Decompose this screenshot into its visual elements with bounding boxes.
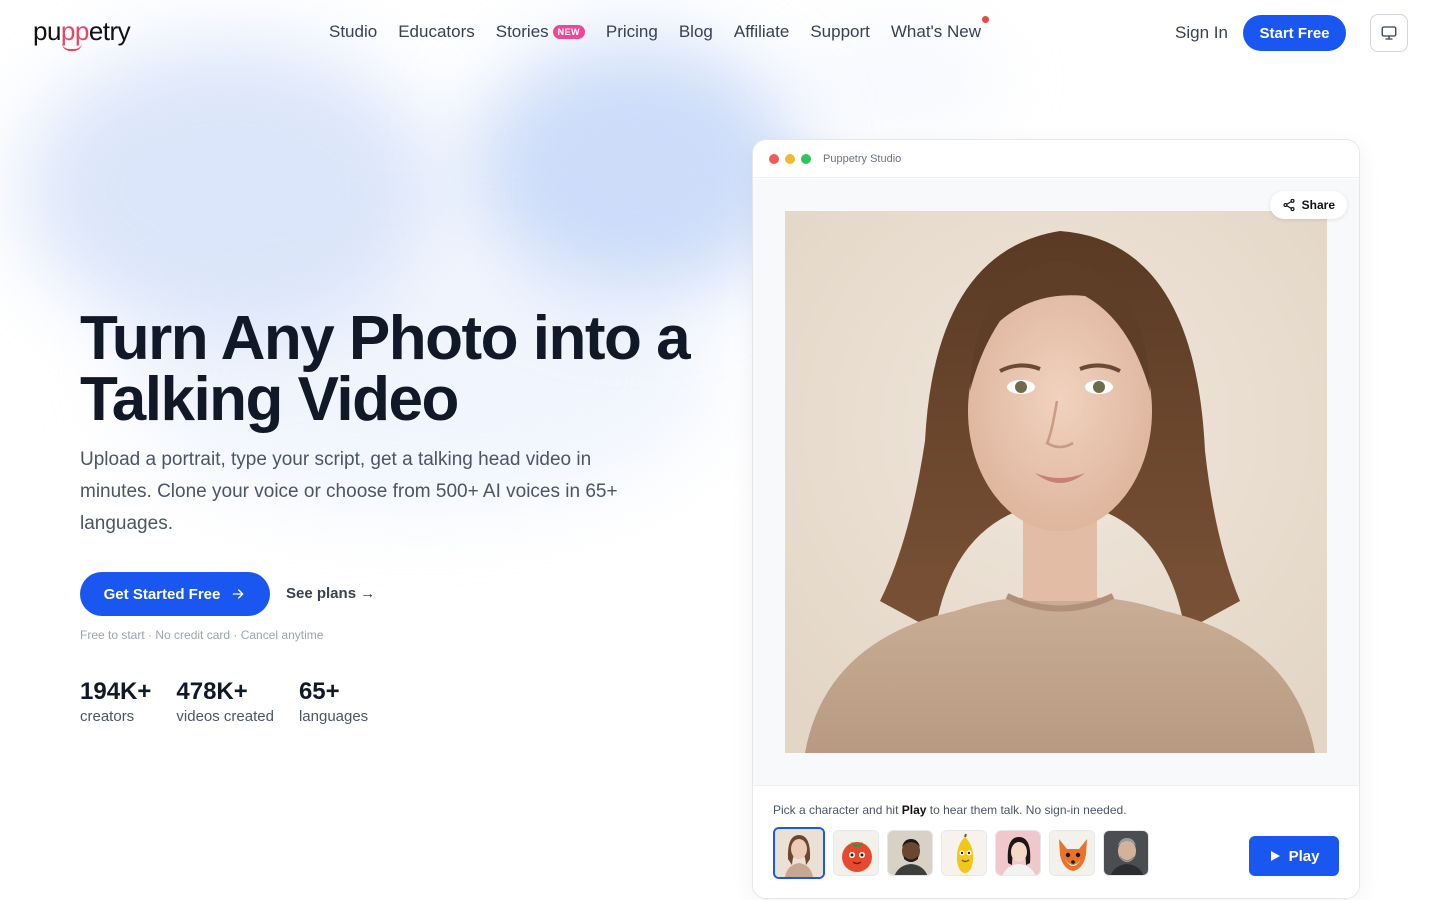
top-nav: puppetry Studio Educators Stories NEW Pr…: [0, 0, 1440, 66]
logo[interactable]: puppetry: [33, 16, 131, 51]
character-thumb-banana[interactable]: [941, 830, 987, 876]
studio-titlebar: Puppetry Studio: [753, 140, 1359, 178]
character-picker: [773, 827, 1149, 879]
studio-window: Puppetry Studio Share Pick a character a…: [752, 139, 1360, 899]
nav-link-educators[interactable]: Educators: [398, 22, 475, 42]
play-icon: [1270, 851, 1280, 861]
hero-title-line1: Turn Any Photo into a: [80, 304, 691, 373]
character-thumb-fox[interactable]: [1049, 830, 1095, 876]
nav-link-whats-new-label: What's New: [890, 22, 982, 41]
character-thumb-older-man[interactable]: [1103, 830, 1149, 876]
stat-videos: 478K+ videos created: [176, 678, 274, 725]
share-icon: [1283, 198, 1295, 212]
nav-link-studio[interactable]: Studio: [329, 22, 377, 42]
character-thumb-woman[interactable]: [773, 827, 825, 879]
stat-languages: 65+ languages: [299, 678, 368, 725]
minimize-dot: [785, 153, 795, 164]
logo-smile: [62, 43, 82, 51]
stat-creators: 194K+ creators: [80, 678, 151, 725]
arrow-right-icon: [233, 589, 244, 599]
notification-dot: [982, 16, 990, 23]
nav-link-whats-new[interactable]: What's New: [890, 16, 990, 42]
stat-value: 478K+: [176, 678, 248, 705]
stat-value: 194K+: [80, 678, 152, 705]
character-thumb-woman-asian[interactable]: [995, 830, 1041, 876]
sign-in-link[interactable]: Sign In: [1175, 23, 1228, 43]
play-label: Play: [1288, 847, 1320, 865]
monitor-icon: [1381, 26, 1397, 40]
start-free-button[interactable]: Start Free: [1243, 15, 1346, 51]
close-dot: [769, 153, 779, 164]
nav-link-stories[interactable]: Stories NEW: [496, 22, 585, 42]
stat-label: languages: [298, 708, 369, 725]
nav-link-blog[interactable]: Blog: [679, 22, 713, 42]
maximize-dot: [801, 153, 811, 164]
studio-hint: Pick a character and hit Play to hear th…: [773, 803, 1127, 817]
stat-value: 65+: [298, 678, 340, 705]
hero-subtitle: Upload a portrait, type your script, get…: [80, 449, 618, 534]
character-thumb-man[interactable]: [887, 830, 933, 876]
stats: 194K+ creators 478K+ videos created 65+ …: [80, 678, 368, 725]
get-started-button[interactable]: Get Started Free: [80, 572, 270, 616]
nav-link-support[interactable]: Support: [810, 22, 870, 42]
nav-link-affiliate[interactable]: Affiliate: [734, 22, 789, 42]
hero-title-line2: Talking Video: [80, 365, 459, 434]
share-button[interactable]: Share: [1269, 191, 1347, 219]
nav-links: Studio Educators Stories NEW Pricing Blo…: [329, 16, 1002, 42]
studio-controls: Pick a character and hit Play to hear th…: [753, 785, 1359, 898]
stat-label: videos created: [176, 708, 274, 725]
play-button[interactable]: Play: [1249, 836, 1339, 876]
studio-preview: Share: [753, 179, 1359, 785]
new-badge: NEW: [552, 25, 585, 39]
stat-label: creators: [80, 708, 135, 725]
share-label: Share: [1301, 198, 1335, 212]
hero-title: Turn Any Photo into a Talking Video: [80, 308, 720, 431]
character-thumb-tomato[interactable]: [833, 830, 879, 876]
nav-link-stories-label: Stories: [495, 22, 549, 41]
studio-window-title: Puppetry Studio: [823, 152, 902, 165]
fineprint: Free to start · No credit card · Cancel …: [80, 628, 324, 642]
display-toggle-button[interactable]: [1370, 14, 1408, 52]
get-started-label: Get Started Free: [103, 585, 221, 603]
portrait-image: [785, 211, 1327, 753]
nav-link-pricing[interactable]: Pricing: [606, 22, 658, 42]
see-plans-link[interactable]: See plans →: [286, 585, 375, 602]
